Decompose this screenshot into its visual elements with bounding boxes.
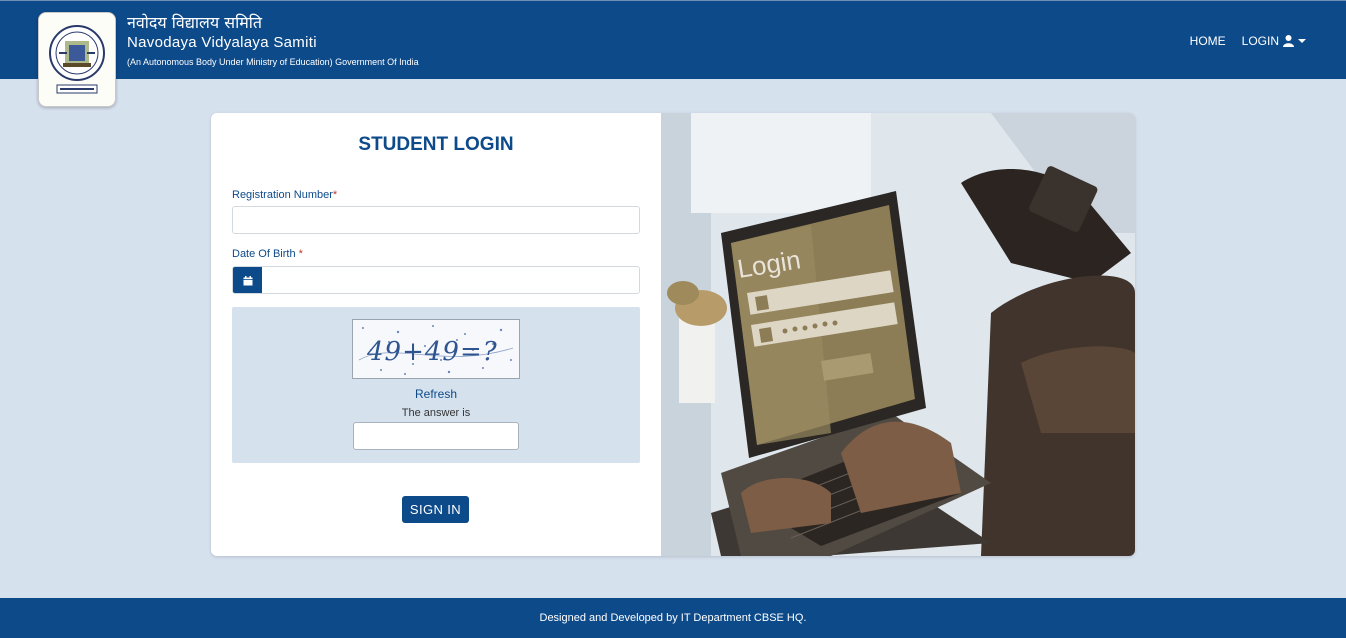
date-of-birth-label: Date Of Birth * [232, 248, 303, 260]
captcha-text: 49+49=? [366, 337, 498, 367]
captcha-answer-label: The answer is [401, 407, 471, 419]
user-icon [1283, 35, 1294, 47]
nav-home[interactable]: HOME [1190, 34, 1226, 48]
login-form: STUDENT LOGIN Registration Number* Date … [211, 113, 661, 556]
required-mark: * [332, 189, 338, 201]
nav-home-label: HOME [1189, 34, 1226, 48]
login-illustration: Login [661, 113, 1135, 556]
login-card: STUDENT LOGIN Registration Number* Date … [211, 113, 1135, 556]
calendar-icon[interactable] [233, 267, 262, 293]
org-name-hindi: नवोदय विद्यालय समिति [127, 13, 263, 32]
date-of-birth-label-text: Date Of Birth [232, 248, 299, 260]
footer-text: Designed and Developed by IT Department … [539, 612, 807, 624]
required-mark: * [298, 248, 303, 260]
registration-number-input[interactable] [232, 206, 640, 234]
org-name: Navodaya Vidyalaya Samiti [127, 34, 317, 51]
date-of-birth-field[interactable] [232, 266, 640, 294]
page-title: STUDENT LOGIN [358, 134, 514, 155]
top-header: नवोदय विद्यालय समिति Navodaya Vidyalaya … [0, 0, 1346, 107]
captcha-answer-input[interactable] [353, 422, 519, 450]
nav-login-label: LOGIN [1241, 34, 1279, 48]
sign-in-button[interactable]: SIGN IN [402, 496, 469, 523]
footer: Designed and Developed by IT Department … [0, 598, 1346, 638]
registration-number-label: Registration Number* [232, 189, 337, 201]
captcha-image: 49+49=? [352, 319, 520, 379]
top-nav: HOME LOGIN [1190, 34, 1306, 48]
captcha-panel: 49+49=? Refresh The answer is [232, 307, 640, 463]
registration-number-label-text: Registration Number [232, 189, 333, 201]
org-subtitle: (An Autonomous Body Under Ministry of Ed… [127, 57, 419, 67]
caret-down-icon [1298, 39, 1306, 43]
captcha-refresh-link[interactable]: Refresh [232, 387, 640, 401]
nvs-emblem-icon [38, 12, 116, 107]
nav-login-dropdown[interactable]: LOGIN [1242, 34, 1306, 48]
